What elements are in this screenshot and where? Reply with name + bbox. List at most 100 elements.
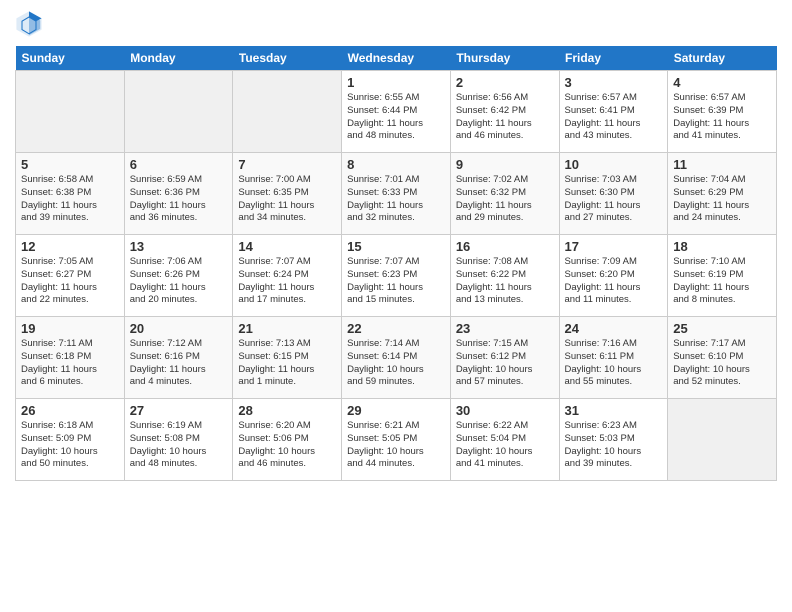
day-number: 10 (565, 157, 663, 172)
day-info: Sunrise: 6:59 AM Sunset: 6:36 PM Dayligh… (130, 174, 228, 225)
calendar-cell: 6 Sunrise: 6:59 AM Sunset: 6:36 PM Daylig… (124, 153, 233, 235)
weekday-header-saturday: Saturday (668, 46, 777, 71)
day-number: 26 (21, 403, 119, 418)
calendar-cell: 8 Sunrise: 7:01 AM Sunset: 6:33 PM Daylig… (342, 153, 451, 235)
calendar-cell: 12 Sunrise: 7:05 AM Sunset: 6:27 PM Dayli… (16, 235, 125, 317)
day-info: Sunrise: 6:57 AM Sunset: 6:39 PM Dayligh… (673, 92, 771, 143)
calendar-cell: 3 Sunrise: 6:57 AM Sunset: 6:41 PM Daylig… (559, 71, 668, 153)
calendar-cell: 29 Sunrise: 6:21 AM Sunset: 5:05 PM Dayli… (342, 399, 451, 481)
calendar-week-3: 12 Sunrise: 7:05 AM Sunset: 6:27 PM Dayli… (16, 235, 777, 317)
calendar-cell: 4 Sunrise: 6:57 AM Sunset: 6:39 PM Daylig… (668, 71, 777, 153)
day-info: Sunrise: 7:14 AM Sunset: 6:14 PM Dayligh… (347, 338, 445, 389)
day-number: 15 (347, 239, 445, 254)
day-info: Sunrise: 7:01 AM Sunset: 6:33 PM Dayligh… (347, 174, 445, 225)
calendar-cell: 31 Sunrise: 6:23 AM Sunset: 5:03 PM Dayli… (559, 399, 668, 481)
calendar-week-5: 26 Sunrise: 6:18 AM Sunset: 5:09 PM Dayli… (16, 399, 777, 481)
day-info: Sunrise: 6:23 AM Sunset: 5:03 PM Dayligh… (565, 420, 663, 471)
main-container: SundayMondayTuesdayWednesdayThursdayFrid… (0, 0, 792, 491)
day-info: Sunrise: 7:00 AM Sunset: 6:35 PM Dayligh… (238, 174, 336, 225)
logo-icon (15, 10, 43, 38)
calendar-cell (668, 399, 777, 481)
day-number: 31 (565, 403, 663, 418)
calendar-table: SundayMondayTuesdayWednesdayThursdayFrid… (15, 46, 777, 481)
day-number: 1 (347, 75, 445, 90)
calendar-cell: 28 Sunrise: 6:20 AM Sunset: 5:06 PM Dayli… (233, 399, 342, 481)
calendar-week-2: 5 Sunrise: 6:58 AM Sunset: 6:38 PM Daylig… (16, 153, 777, 235)
day-info: Sunrise: 7:03 AM Sunset: 6:30 PM Dayligh… (565, 174, 663, 225)
calendar-cell: 30Sunrise: 6:22 AM Sunset: 5:04 PM Dayli… (450, 399, 559, 481)
day-number: 13 (130, 239, 228, 254)
day-info: Sunrise: 6:58 AM Sunset: 6:38 PM Dayligh… (21, 174, 119, 225)
day-info: Sunrise: 7:09 AM Sunset: 6:20 PM Dayligh… (565, 256, 663, 307)
day-info: Sunrise: 7:15 AM Sunset: 6:12 PM Dayligh… (456, 338, 554, 389)
calendar-body: 1 Sunrise: 6:55 AM Sunset: 6:44 PM Daylig… (16, 71, 777, 481)
day-info: Sunrise: 6:20 AM Sunset: 5:06 PM Dayligh… (238, 420, 336, 471)
day-number: 16 (456, 239, 554, 254)
day-info: Sunrise: 6:19 AM Sunset: 5:08 PM Dayligh… (130, 420, 228, 471)
day-info: Sunrise: 7:04 AM Sunset: 6:29 PM Dayligh… (673, 174, 771, 225)
day-number: 11 (673, 157, 771, 172)
calendar-cell: 15 Sunrise: 7:07 AM Sunset: 6:23 PM Dayli… (342, 235, 451, 317)
day-info: Sunrise: 7:10 AM Sunset: 6:19 PM Dayligh… (673, 256, 771, 307)
day-number: 28 (238, 403, 336, 418)
day-number: 24 (565, 321, 663, 336)
calendar-cell: 23 Sunrise: 7:15 AM Sunset: 6:12 PM Dayli… (450, 317, 559, 399)
day-number: 27 (130, 403, 228, 418)
calendar-week-4: 19 Sunrise: 7:11 AM Sunset: 6:18 PM Dayli… (16, 317, 777, 399)
day-info: Sunrise: 7:05 AM Sunset: 6:27 PM Dayligh… (21, 256, 119, 307)
day-info: Sunrise: 7:07 AM Sunset: 6:23 PM Dayligh… (347, 256, 445, 307)
calendar-cell: 14Sunrise: 7:07 AM Sunset: 6:24 PM Dayli… (233, 235, 342, 317)
calendar-cell: 5 Sunrise: 6:58 AM Sunset: 6:38 PM Daylig… (16, 153, 125, 235)
day-number: 21 (238, 321, 336, 336)
calendar-cell: 24 Sunrise: 7:16 AM Sunset: 6:11 PM Dayli… (559, 317, 668, 399)
weekday-header-tuesday: Tuesday (233, 46, 342, 71)
day-number: 5 (21, 157, 119, 172)
calendar-cell: 10 Sunrise: 7:03 AM Sunset: 6:30 PM Dayli… (559, 153, 668, 235)
day-info: Sunrise: 7:16 AM Sunset: 6:11 PM Dayligh… (565, 338, 663, 389)
logo (15, 10, 45, 38)
calendar-cell: 21Sunrise: 7:13 AM Sunset: 6:15 PM Dayli… (233, 317, 342, 399)
day-number: 4 (673, 75, 771, 90)
day-number: 20 (130, 321, 228, 336)
calendar-cell: 27 Sunrise: 6:19 AM Sunset: 5:08 PM Dayli… (124, 399, 233, 481)
day-number: 6 (130, 157, 228, 172)
calendar-cell: 11 Sunrise: 7:04 AM Sunset: 6:29 PM Dayli… (668, 153, 777, 235)
calendar-cell: 25 Sunrise: 7:17 AM Sunset: 6:10 PM Dayli… (668, 317, 777, 399)
calendar-cell: 1 Sunrise: 6:55 AM Sunset: 6:44 PM Daylig… (342, 71, 451, 153)
day-info: Sunrise: 6:21 AM Sunset: 5:05 PM Dayligh… (347, 420, 445, 471)
calendar-header: SundayMondayTuesdayWednesdayThursdayFrid… (16, 46, 777, 71)
calendar-cell: 17 Sunrise: 7:09 AM Sunset: 6:20 PM Dayli… (559, 235, 668, 317)
weekday-header-friday: Friday (559, 46, 668, 71)
weekday-header-sunday: Sunday (16, 46, 125, 71)
day-number: 25 (673, 321, 771, 336)
calendar-cell: 7 Sunrise: 7:00 AM Sunset: 6:35 PM Daylig… (233, 153, 342, 235)
day-number: 22 (347, 321, 445, 336)
weekday-header-row: SundayMondayTuesdayWednesdayThursdayFrid… (16, 46, 777, 71)
weekday-header-monday: Monday (124, 46, 233, 71)
day-info: Sunrise: 6:55 AM Sunset: 6:44 PM Dayligh… (347, 92, 445, 143)
day-info: Sunrise: 6:18 AM Sunset: 5:09 PM Dayligh… (21, 420, 119, 471)
day-number: 3 (565, 75, 663, 90)
calendar-cell (16, 71, 125, 153)
calendar-cell: 19 Sunrise: 7:11 AM Sunset: 6:18 PM Dayli… (16, 317, 125, 399)
day-info: Sunrise: 6:57 AM Sunset: 6:41 PM Dayligh… (565, 92, 663, 143)
day-number: 29 (347, 403, 445, 418)
calendar-cell: 22 Sunrise: 7:14 AM Sunset: 6:14 PM Dayli… (342, 317, 451, 399)
day-info: Sunrise: 7:11 AM Sunset: 6:18 PM Dayligh… (21, 338, 119, 389)
day-info: Sunrise: 6:56 AM Sunset: 6:42 PM Dayligh… (456, 92, 554, 143)
day-number: 12 (21, 239, 119, 254)
day-number: 8 (347, 157, 445, 172)
day-info: Sunrise: 7:12 AM Sunset: 6:16 PM Dayligh… (130, 338, 228, 389)
day-number: 17 (565, 239, 663, 254)
weekday-header-wednesday: Wednesday (342, 46, 451, 71)
day-info: Sunrise: 6:22 AM Sunset: 5:04 PM Dayligh… (456, 420, 554, 471)
day-number: 19 (21, 321, 119, 336)
day-number: 9 (456, 157, 554, 172)
day-number: 23 (456, 321, 554, 336)
calendar-week-1: 1 Sunrise: 6:55 AM Sunset: 6:44 PM Daylig… (16, 71, 777, 153)
day-info: Sunrise: 7:17 AM Sunset: 6:10 PM Dayligh… (673, 338, 771, 389)
calendar-cell: 26 Sunrise: 6:18 AM Sunset: 5:09 PM Dayli… (16, 399, 125, 481)
calendar-cell (124, 71, 233, 153)
calendar-cell: 13Sunrise: 7:06 AM Sunset: 6:26 PM Dayli… (124, 235, 233, 317)
day-number: 7 (238, 157, 336, 172)
